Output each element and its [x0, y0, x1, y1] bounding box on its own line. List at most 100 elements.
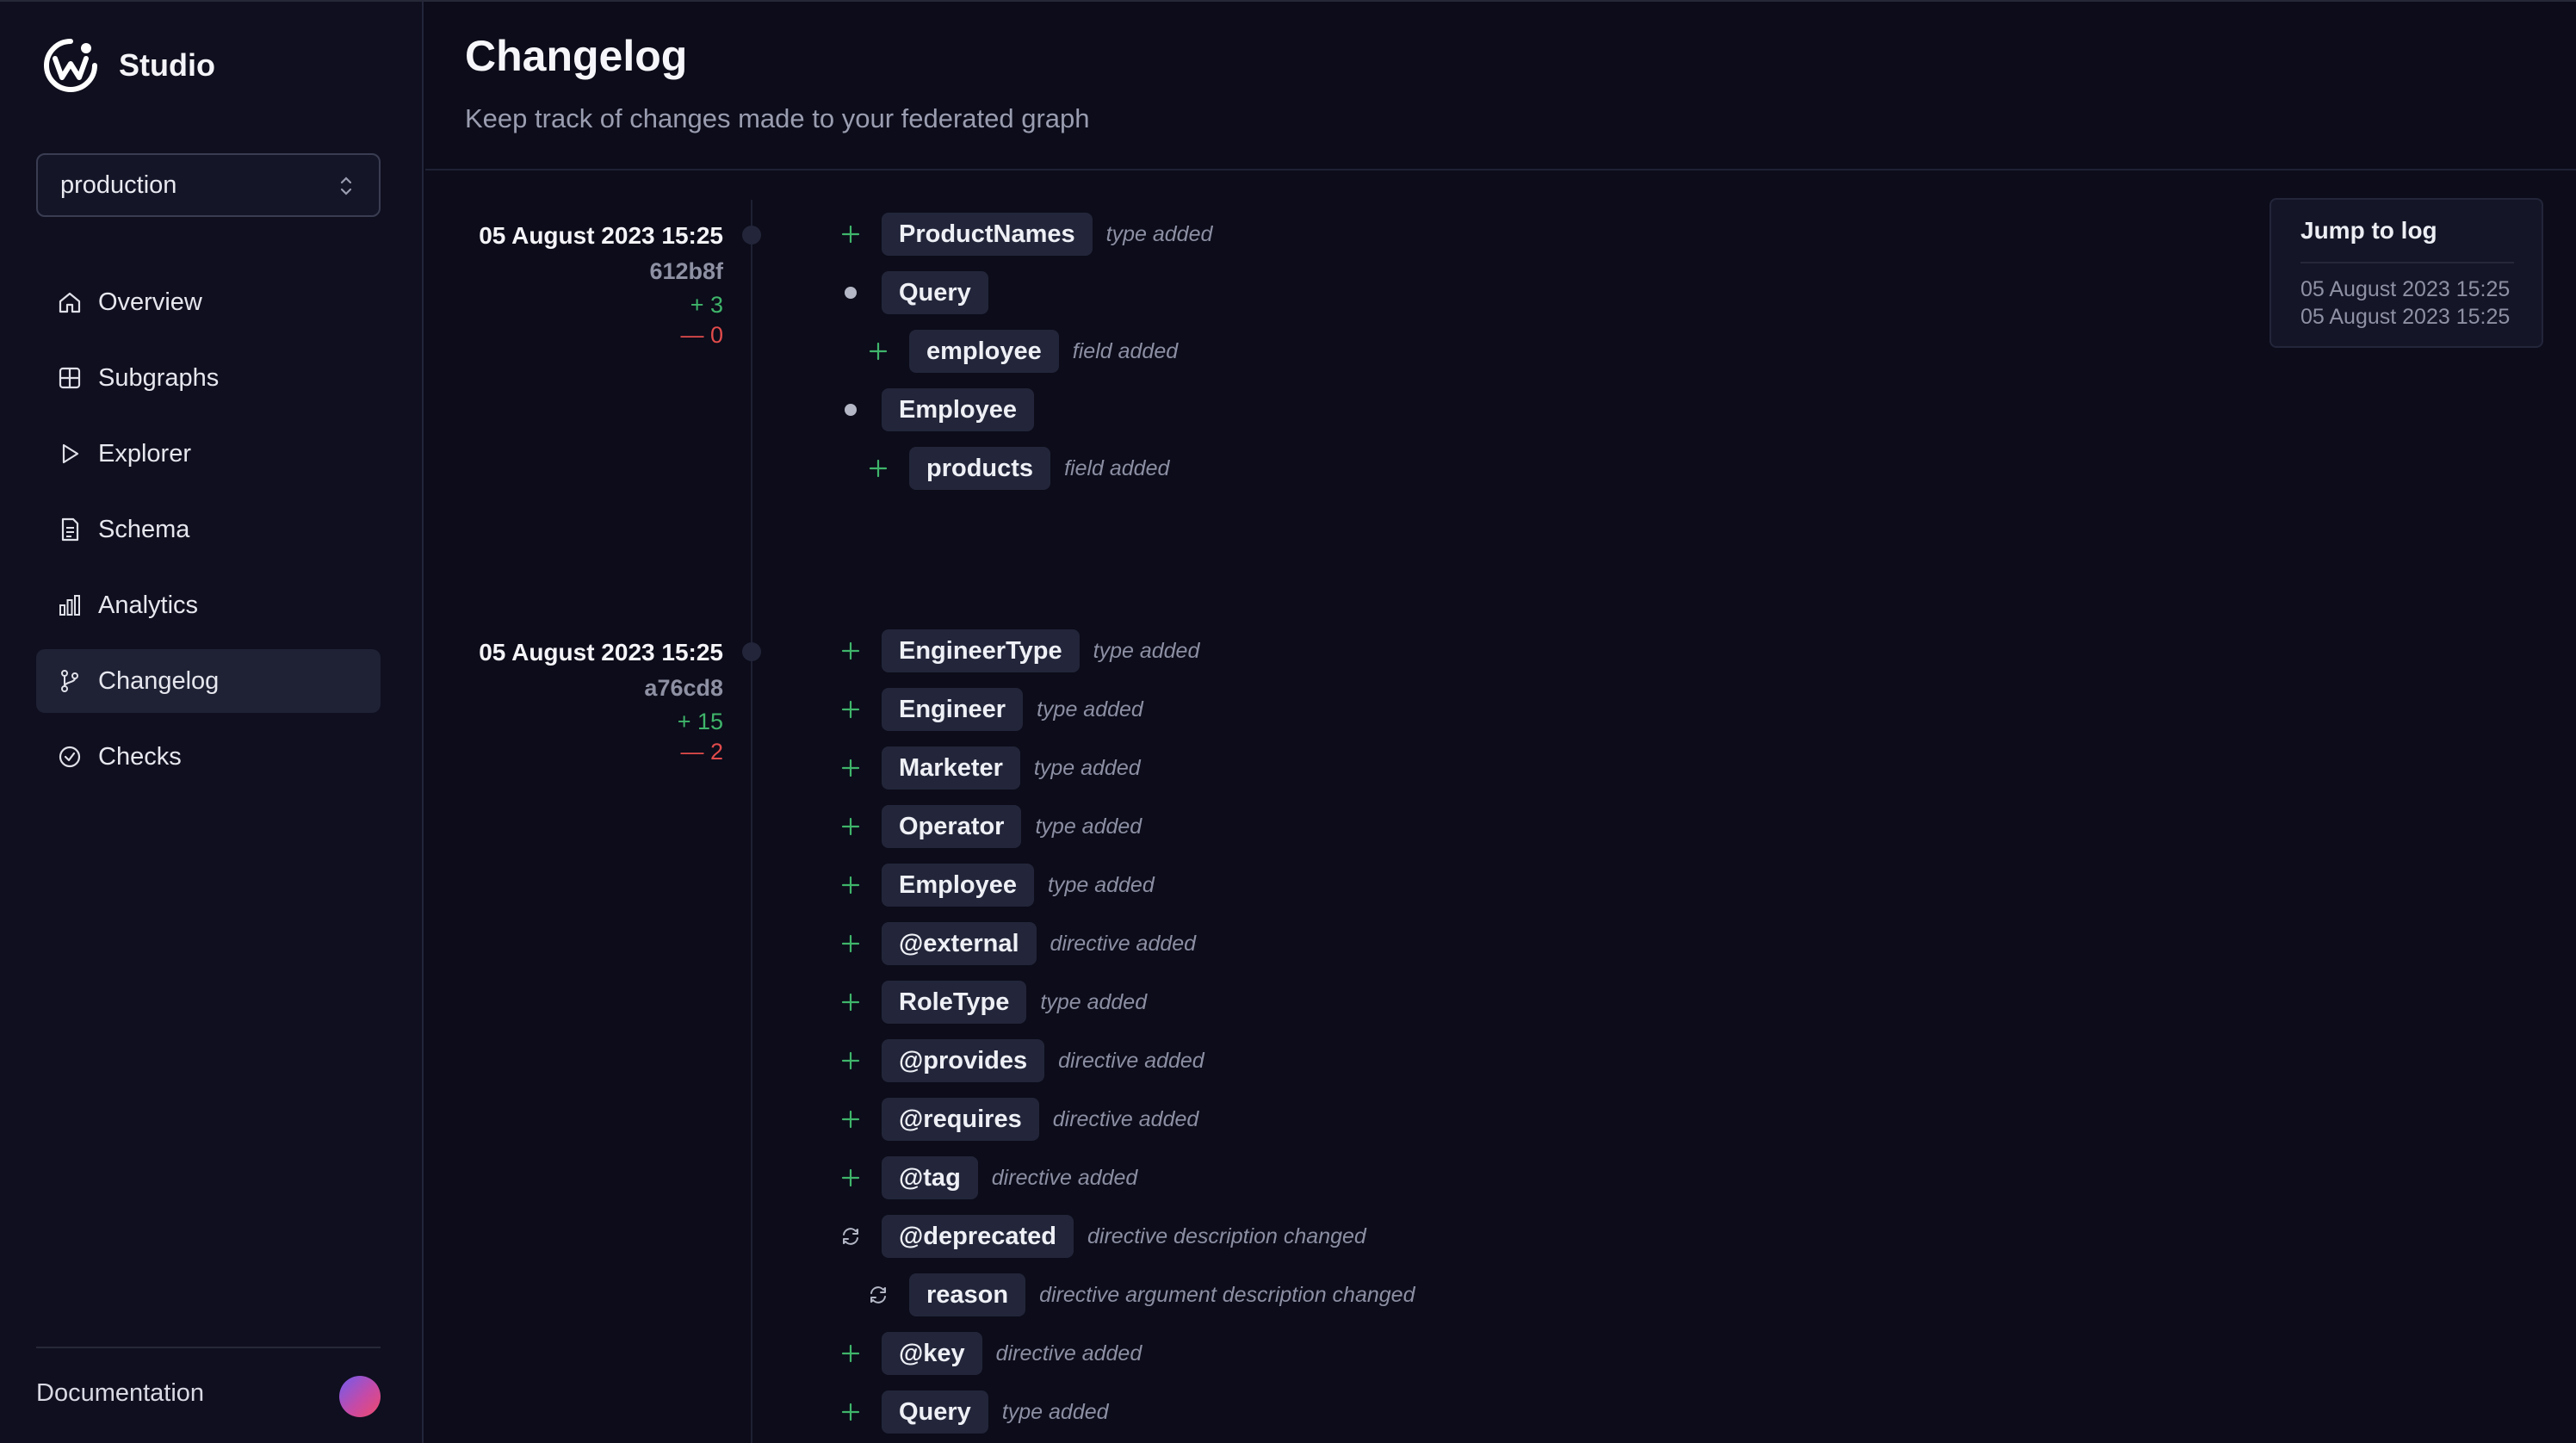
bullet-dot-icon: [839, 281, 863, 305]
documentation-link[interactable]: Documentation: [36, 1379, 204, 1408]
change-row: Employee: [839, 381, 1212, 439]
change-row: reason directive argument description cha…: [839, 1266, 1415, 1324]
page-subtitle: Keep track of changes made to your feder…: [465, 103, 1090, 133]
sidebar-nav: Overview Subgraphs Explorer Schema Analy…: [36, 270, 381, 801]
plus-icon: [839, 1166, 863, 1190]
sidebar-item-label: Overview: [98, 288, 202, 316]
sidebar-item-analytics[interactable]: Analytics: [36, 573, 381, 637]
document-icon: [61, 517, 79, 542]
sidebar-item-checks[interactable]: Checks: [36, 725, 381, 789]
graph-selector-value: production: [60, 170, 177, 199]
change-description: type added: [1037, 697, 1143, 722]
plus-icon: [839, 873, 863, 897]
entry-commit-hash: 612b8f: [649, 258, 723, 284]
plus-icon: [839, 222, 863, 246]
change-description: directive added: [1050, 931, 1197, 956]
sidebar-item-changelog[interactable]: Changelog: [36, 649, 381, 713]
change-row: @requires directive added: [839, 1090, 1415, 1149]
change-description: type added: [1048, 872, 1155, 897]
schema-element-chip: Employee: [882, 388, 1034, 431]
change-row: Query type added: [839, 1383, 1415, 1441]
sidebar-item-label: Analytics: [98, 591, 199, 619]
change-row: employee field added: [839, 322, 1212, 381]
change-description: type added: [1093, 638, 1200, 663]
change-row: Operator type added: [839, 797, 1415, 856]
chevron-up-down-icon: [340, 177, 352, 195]
change-row: Query: [839, 263, 1212, 322]
plus-icon: [839, 990, 863, 1014]
plus-icon: [839, 697, 863, 722]
brand[interactable]: Studio: [41, 36, 215, 95]
bar-chart-icon: [59, 595, 80, 616]
change-description: directive added: [991, 1165, 1138, 1190]
refresh-icon: [839, 1224, 863, 1248]
entry-removals-count: — 2: [680, 739, 723, 765]
entry-date: 05 August 2023 15:25: [479, 639, 723, 666]
schema-element-chip: Query: [882, 1390, 988, 1434]
change-description: type added: [1105, 221, 1213, 246]
schema-element-chip: Marketer: [882, 746, 1020, 790]
timeline-dot: [742, 642, 761, 661]
change-row: products field added: [839, 439, 1212, 498]
grid-icon: [59, 367, 81, 389]
plus-icon: [839, 1400, 863, 1424]
change-row: @deprecated directive description changed: [839, 1207, 1415, 1266]
sidebar-item-label: Schema: [98, 515, 190, 543]
home-icon: [59, 292, 81, 313]
wundergraph-logo-icon: [44, 39, 97, 92]
avatar[interactable]: [339, 1376, 381, 1417]
jump-to-log-link[interactable]: 05 August 2023 15:25: [2300, 277, 2510, 302]
changelog-entry-changes: EngineerType type added Engineer type added…: [839, 622, 1415, 1441]
jump-to-log-link[interactable]: 05 August 2023 15:25: [2300, 305, 2510, 330]
jump-to-log-title: Jump to log: [2300, 217, 2437, 244]
change-row: RoleType type added: [839, 973, 1415, 1031]
change-description: directive description changed: [1087, 1223, 1366, 1248]
schema-element-chip: Query: [882, 271, 988, 314]
sidebar-item-label: Changelog: [98, 666, 220, 695]
sidebar: Studio production Overview Subgraphs Exp…: [0, 2, 424, 1443]
sidebar-item-overview[interactable]: Overview: [36, 270, 381, 334]
plus-icon: [839, 932, 863, 956]
timeline-line: [751, 200, 752, 1443]
entry-commit-hash: a76cd8: [644, 675, 723, 701]
changelog-entry-changes: ProductNames type added Query employee field…: [839, 205, 1212, 498]
changelog-entry-meta: 05 August 2023 15:25 612b8f + 3 — 0: [465, 222, 723, 349]
sidebar-item-label: Subgraphs: [98, 363, 220, 392]
change-row: Employee type added: [839, 856, 1415, 914]
plus-icon: [866, 456, 890, 480]
plus-icon: [839, 814, 863, 839]
schema-element-chip: @deprecated: [882, 1215, 1074, 1258]
entry-date: 05 August 2023 15:25: [479, 222, 723, 249]
change-description: type added: [1040, 989, 1148, 1014]
change-description: directive added: [1058, 1048, 1204, 1073]
schema-element-chip: products: [909, 447, 1051, 490]
refresh-icon: [866, 1283, 890, 1307]
change-description: type added: [1001, 1399, 1109, 1424]
change-description: field added: [1064, 455, 1170, 480]
plus-icon: [839, 756, 863, 780]
schema-element-chip: Operator: [882, 805, 1022, 848]
plus-icon: [839, 1341, 863, 1366]
sidebar-item-explorer[interactable]: Explorer: [36, 422, 381, 486]
change-row: @key directive added: [839, 1324, 1415, 1383]
change-description: type added: [1033, 755, 1141, 780]
changelog-entry-meta: 05 August 2023 15:25 a76cd8 + 15 — 2: [465, 639, 723, 765]
change-description: directive argument description changed: [1039, 1282, 1415, 1307]
change-row: ProductNames type added: [839, 205, 1212, 263]
change-row: EngineerType type added: [839, 622, 1415, 680]
schema-element-chip: Engineer: [882, 688, 1024, 731]
schema-element-chip: employee: [909, 330, 1059, 373]
header-divider: [425, 169, 2576, 170]
change-row: @tag directive added: [839, 1149, 1415, 1207]
sidebar-item-label: Explorer: [98, 439, 191, 468]
sidebar-item-subgraphs[interactable]: Subgraphs: [36, 346, 381, 410]
entry-additions-count: + 15: [677, 709, 723, 734]
schema-element-chip: @key: [882, 1332, 982, 1375]
entry-removals-count: — 0: [680, 322, 723, 348]
change-row: @external directive added: [839, 914, 1415, 973]
check-circle-icon: [59, 746, 81, 768]
schema-element-chip: Employee: [882, 864, 1034, 907]
sidebar-item-schema[interactable]: Schema: [36, 498, 381, 561]
plus-icon: [866, 339, 890, 363]
graph-selector[interactable]: production: [36, 153, 381, 217]
